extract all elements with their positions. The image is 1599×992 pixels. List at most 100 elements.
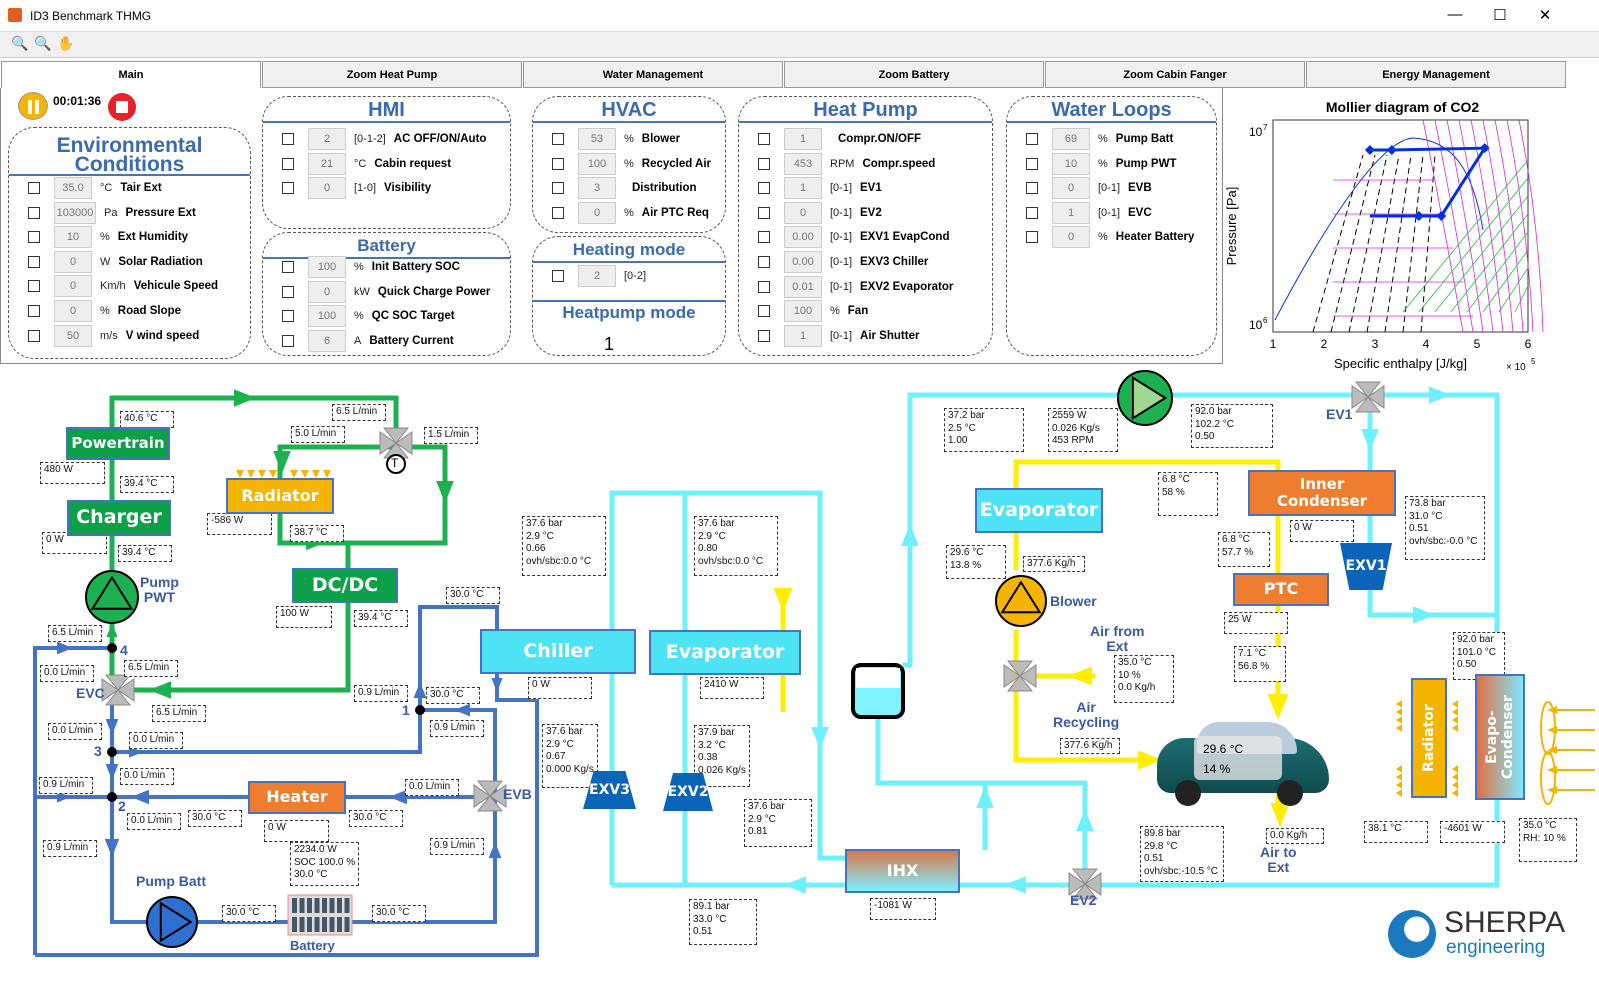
checkbox[interactable]: [1026, 133, 1038, 145]
checkbox[interactable]: [552, 133, 564, 145]
value-field[interactable]: 69: [1052, 128, 1090, 150]
checkbox[interactable]: [28, 329, 40, 342]
value-field[interactable]: 453: [784, 152, 822, 175]
value-field[interactable]: 100: [784, 300, 822, 323]
component-front-radiator[interactable]: Radiator: [1411, 678, 1447, 798]
value-field[interactable]: 0.00: [784, 251, 822, 273]
checkbox[interactable]: [282, 334, 294, 347]
checkbox[interactable]: [758, 133, 770, 145]
component-chiller[interactable]: Chiller: [480, 629, 636, 674]
value-field[interactable]: 2: [578, 265, 616, 287]
checkbox[interactable]: [552, 182, 564, 195]
component-ptc[interactable]: PTC: [1233, 573, 1329, 606]
checkbox[interactable]: [28, 206, 40, 219]
value-field[interactable]: 2: [308, 128, 346, 150]
flow-arrow-icon: [105, 719, 119, 735]
tab-energy-management[interactable]: Energy Management: [1306, 61, 1566, 88]
checkbox[interactable]: [1026, 231, 1038, 244]
checkbox[interactable]: [758, 256, 770, 268]
value-field[interactable]: 103000: [54, 201, 96, 224]
component-evaporator-hvac[interactable]: Evaporator: [975, 488, 1103, 533]
checkbox[interactable]: [28, 280, 40, 293]
checkbox[interactable]: [758, 329, 770, 342]
checkbox[interactable]: [758, 231, 770, 244]
value-field[interactable]: 0: [54, 300, 92, 322]
checkbox[interactable]: [1026, 206, 1038, 219]
value-field[interactable]: 0: [54, 250, 92, 273]
checkbox[interactable]: [28, 182, 40, 194]
component-dcdc[interactable]: DC/DC: [292, 568, 398, 603]
value-field[interactable]: 10: [54, 226, 92, 249]
checkbox[interactable]: [758, 157, 770, 170]
value-field[interactable]: 53: [578, 128, 616, 150]
value-field[interactable]: 0: [1052, 177, 1090, 200]
value-field[interactable]: 1: [784, 324, 822, 347]
checkbox[interactable]: [552, 157, 564, 170]
param-label: EXV1 EvapCond: [860, 231, 950, 244]
value-field[interactable]: 6: [308, 329, 346, 352]
value-field[interactable]: 0: [54, 275, 92, 298]
checkbox[interactable]: [552, 206, 564, 219]
value-field[interactable]: 100: [308, 305, 346, 328]
component-inner-condenser[interactable]: Inner Condenser: [1248, 470, 1396, 516]
component-ihx[interactable]: IHX: [845, 849, 960, 893]
checkbox[interactable]: [282, 157, 294, 170]
value-field[interactable]: 100: [308, 256, 346, 278]
checkbox[interactable]: [28, 231, 40, 244]
checkbox[interactable]: [552, 270, 564, 282]
value-field[interactable]: 3: [578, 177, 616, 200]
component-evapo-condenser[interactable]: Evapo- Condenser: [1475, 674, 1525, 800]
value-field[interactable]: 1: [784, 128, 822, 150]
readout-g15: 6.5 L/min: [124, 660, 178, 677]
value-field[interactable]: 10: [1052, 152, 1090, 175]
checkbox[interactable]: [758, 305, 770, 318]
value-field[interactable]: 0: [308, 177, 346, 200]
param-row: 100% Init Battery SOC: [282, 256, 460, 278]
tab-water-management[interactable]: Water Management: [523, 61, 783, 88]
unit-label: [0-1]: [1098, 206, 1121, 219]
value-field[interactable]: 50: [54, 324, 92, 347]
radiator-airflow-icon: [1452, 789, 1458, 797]
value-field[interactable]: 1: [1052, 201, 1090, 224]
value-field[interactable]: 35.0: [54, 177, 92, 199]
car-wheel-icon: [1277, 780, 1303, 806]
component-evaporator[interactable]: Evaporator: [649, 630, 801, 675]
param-label: EVB: [1128, 182, 1152, 195]
readout-g30: 0.9 L/min: [43, 840, 97, 857]
checkbox[interactable]: [282, 182, 294, 195]
radiator-fin-icon: [247, 470, 255, 478]
value-field[interactable]: 21: [308, 152, 346, 175]
checkbox[interactable]: [758, 280, 770, 293]
tab-zoom-cabin-fanger[interactable]: Zoom Cabin Fanger: [1045, 61, 1305, 88]
tab-zoom-battery[interactable]: Zoom Battery: [784, 61, 1044, 88]
checkbox[interactable]: [282, 261, 294, 273]
readout-g27: 30.0 °C: [188, 810, 242, 827]
value-field[interactable]: 0.01: [784, 275, 822, 298]
value-field[interactable]: 1: [784, 177, 822, 200]
component-heater[interactable]: Heater: [248, 781, 346, 814]
value-field[interactable]: 0: [578, 201, 616, 224]
sherpa-logo-text: SHERPA: [1444, 906, 1566, 939]
component-radiator[interactable]: Radiator: [226, 478, 334, 514]
value-field[interactable]: 0.00: [784, 226, 822, 249]
checkbox[interactable]: [282, 133, 294, 145]
checkbox[interactable]: [758, 206, 770, 219]
component-powertrain[interactable]: Powertrain: [66, 427, 170, 460]
param-row: 2 [0-2]: [552, 265, 654, 287]
component-charger[interactable]: Charger: [67, 500, 171, 536]
tab-zoom-heat-pump[interactable]: Zoom Heat Pump: [262, 61, 522, 88]
checkbox[interactable]: [28, 255, 40, 268]
checkbox[interactable]: [28, 305, 40, 317]
tab-main[interactable]: Main: [1, 61, 261, 88]
checkbox[interactable]: [282, 285, 294, 298]
readout-g32: 2234.0 W SOC 100.0 % 30.0 °C: [290, 842, 360, 886]
checkbox[interactable]: [758, 182, 770, 195]
checkbox[interactable]: [1026, 157, 1038, 170]
label-j4: 4: [120, 642, 128, 658]
value-field[interactable]: 0: [308, 280, 346, 303]
value-field[interactable]: 0: [784, 201, 822, 224]
value-field[interactable]: 100: [578, 152, 616, 175]
checkbox[interactable]: [282, 310, 294, 323]
value-field[interactable]: 0: [1052, 226, 1090, 249]
checkbox[interactable]: [1026, 182, 1038, 195]
